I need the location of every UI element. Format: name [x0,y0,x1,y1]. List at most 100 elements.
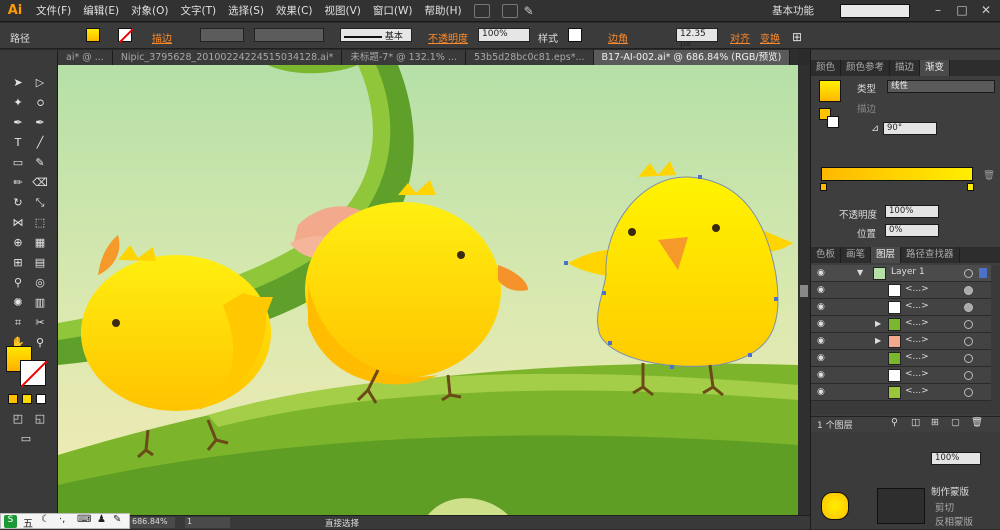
document-tab[interactable]: ai* @ ... [58,50,113,65]
direct-selection-tool-icon[interactable]: ▷ [32,76,48,90]
isolate-icon[interactable]: ⊞ [792,30,802,44]
gradient-stroke-mini[interactable] [827,116,839,128]
panel-tab[interactable]: 色板 [811,247,842,263]
transform-link[interactable]: 变换 [760,30,780,45]
gradient-type-dropdown[interactable]: 线性 [887,80,995,93]
artboard-page-field[interactable]: 1 [185,517,230,528]
column-graph-tool-icon[interactable]: ▥ [32,296,48,310]
variable-width-dropdown[interactable] [254,28,324,42]
gradient-slider[interactable] [821,167,973,181]
layer-item-name[interactable]: <...> [905,335,929,345]
visibility-eye-icon[interactable]: ◉ [817,268,829,278]
ime-keyboard-icon[interactable]: ⌨ [77,514,91,525]
target-circle-icon[interactable] [964,303,973,312]
layer-row[interactable]: ◉ ▶ <...> [811,333,991,350]
width-tool-icon[interactable]: ⋈ [10,216,26,230]
layer-name[interactable]: Layer 1 [891,267,925,277]
none-mode-button[interactable] [36,394,46,404]
ime-user-icon[interactable]: ♟ [97,514,106,525]
draw-behind-icon[interactable]: ◱ [32,412,48,426]
curvature-tool-icon[interactable]: ✒ [32,116,48,130]
free-transform-tool-icon[interactable]: ⬚ [32,216,48,230]
opacity-label[interactable]: 不透明度 [428,30,468,45]
delete-layer-icon[interactable]: 🗑 [971,417,983,428]
symbol-sprayer-tool-icon[interactable]: ✺ [10,296,26,310]
menu-item[interactable]: 对象(O) [125,3,174,18]
stroke-label[interactable]: 描边 [152,30,172,45]
minimize-button[interactable]: – [928,3,948,19]
line-tool-icon[interactable]: ╱ [32,136,48,150]
ime-mode-label[interactable]: 五 [23,515,33,530]
screen-mode-icon[interactable]: ▭ [18,432,34,446]
workspace-switcher[interactable]: 基本功能 [772,3,814,18]
ime-settings-icon[interactable]: ✎ [113,514,121,525]
close-button[interactable]: ✕ [976,3,996,19]
menu-item[interactable]: 编辑(E) [77,3,125,18]
layer-item-name[interactable]: <...> [905,318,929,328]
expand-arrow-icon[interactable]: ▶ [875,336,881,345]
target-circle-icon[interactable] [964,371,973,380]
draw-mode-icon[interactable]: ◰ [10,412,26,426]
rectangle-tool-icon[interactable]: ▭ [10,156,26,170]
gradient-stop-start[interactable] [820,183,827,191]
gradient-fill-swatch[interactable] [819,80,841,102]
layer-row[interactable]: ◉ <...> [811,299,991,316]
layer-item-name[interactable]: <...> [905,284,929,294]
document-tab[interactable]: 53b5d28bc0c81.eps*... [465,50,594,65]
object-thumbnail[interactable] [821,492,849,520]
gpu-icon[interactable]: ✎ [524,4,534,18]
opacity-field[interactable]: 100% [478,28,530,42]
fill-swatch[interactable] [86,28,100,42]
delete-stop-icon[interactable]: 🗑 [983,170,995,181]
menu-item[interactable]: 窗口(W) [367,3,419,18]
menu-item[interactable]: 视图(V) [319,3,367,18]
visibility-eye-icon[interactable]: ◉ [817,336,829,346]
color-mode-button[interactable] [8,394,18,404]
visibility-eye-icon[interactable]: ◉ [817,302,829,312]
layer-row[interactable]: ◉ <...> [811,282,991,299]
menu-item[interactable]: 帮助(H) [419,3,468,18]
zoom-field[interactable]: 686.84% [130,517,175,528]
panel-tab[interactable]: 渐变 [920,60,951,76]
zoom-tool-icon[interactable]: ⚲ [32,336,48,350]
gradient-location-field[interactable]: 0% [885,224,939,237]
blend-tool-icon[interactable]: ◎ [32,276,48,290]
shape-builder-tool-icon[interactable]: ⊕ [10,236,26,250]
layer-row[interactable]: ◉ ▶ <...> [811,316,991,333]
panel-tab[interactable]: 画笔 [841,247,872,263]
target-circle-icon[interactable] [964,286,973,295]
target-circle-icon[interactable] [964,354,973,363]
menu-item[interactable]: 文件(F) [30,3,77,18]
menu-item[interactable]: 选择(S) [222,3,270,18]
menu-item[interactable]: 文字(T) [175,3,223,18]
pen-tool-icon[interactable]: ✒ [10,116,26,130]
layer-item-name[interactable]: <...> [905,301,929,311]
selection-tool-icon[interactable]: ➤ [10,76,26,90]
layer-row[interactable]: ◉ <...> [811,367,991,384]
align-link[interactable]: 对齐 [730,30,750,45]
gradient-opacity-field[interactable]: 100% [885,205,939,218]
bridge-icon[interactable] [473,3,490,18]
gradient-stop-end[interactable] [967,183,974,191]
target-circle-icon[interactable] [964,269,973,278]
stroke-swatch[interactable] [118,28,133,43]
layer-item-name[interactable]: <...> [905,369,929,379]
selection-indicator[interactable] [979,268,987,278]
scale-tool-icon[interactable]: ⤡ [32,196,48,210]
lasso-tool-icon[interactable]: ഠ [32,96,48,110]
visibility-eye-icon[interactable]: ◉ [817,353,829,363]
stroke-color-box[interactable] [20,360,47,387]
menu-item[interactable]: 效果(C) [270,3,319,18]
document-tab[interactable]: Nipic_3795628_20100224224515034128.ai* [112,50,343,65]
brush-definition-dropdown[interactable]: 基本 [340,28,412,42]
locate-object-icon[interactable]: ⚲ [891,417,898,428]
magic-wand-tool-icon[interactable]: ✦ [10,96,26,110]
make-mask-button[interactable]: 制作蒙版 [931,484,969,498]
panel-tab[interactable]: 颜色参考 [841,60,891,76]
make-clipping-mask-icon[interactable]: ◫ [911,417,920,428]
perspective-grid-tool-icon[interactable]: ▦ [32,236,48,250]
visibility-eye-icon[interactable]: ◉ [817,319,829,329]
new-sublayer-icon[interactable]: ⊞ [931,417,939,428]
ime-toolbar[interactable]: S 五 ☾ ⋅, ⌨ ♟ ✎ [0,513,130,530]
layer-item-name[interactable]: <...> [905,352,929,362]
